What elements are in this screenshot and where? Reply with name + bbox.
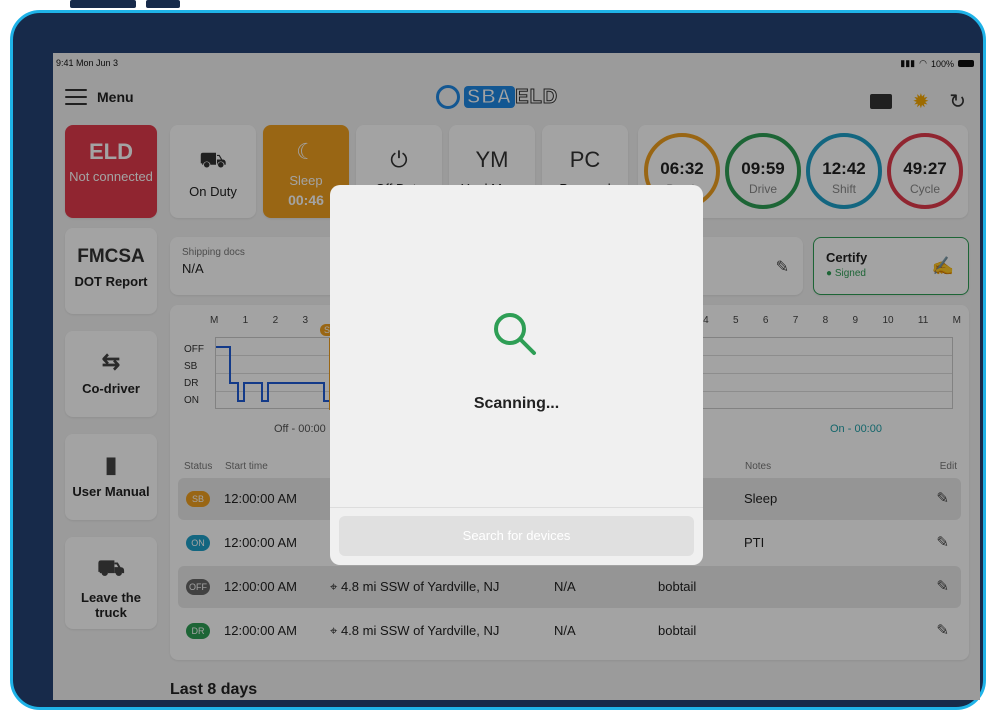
divider [330, 507, 703, 508]
search-icon [494, 313, 536, 355]
screen: 9:41 Mon Jun 3 ▮▮▮ ◠ 100% Menu SBA ELD ✹… [53, 53, 980, 700]
scan-dialog: Scanning... Search for devices [330, 185, 703, 565]
scanning-text: Scanning... [473, 395, 560, 412]
device-frame: 9:41 Mon Jun 3 ▮▮▮ ◠ 100% Menu SBA ELD ✹… [10, 10, 986, 710]
device-button [146, 0, 180, 8]
search-devices-button[interactable]: Search for devices [339, 516, 694, 556]
device-button [70, 0, 136, 8]
